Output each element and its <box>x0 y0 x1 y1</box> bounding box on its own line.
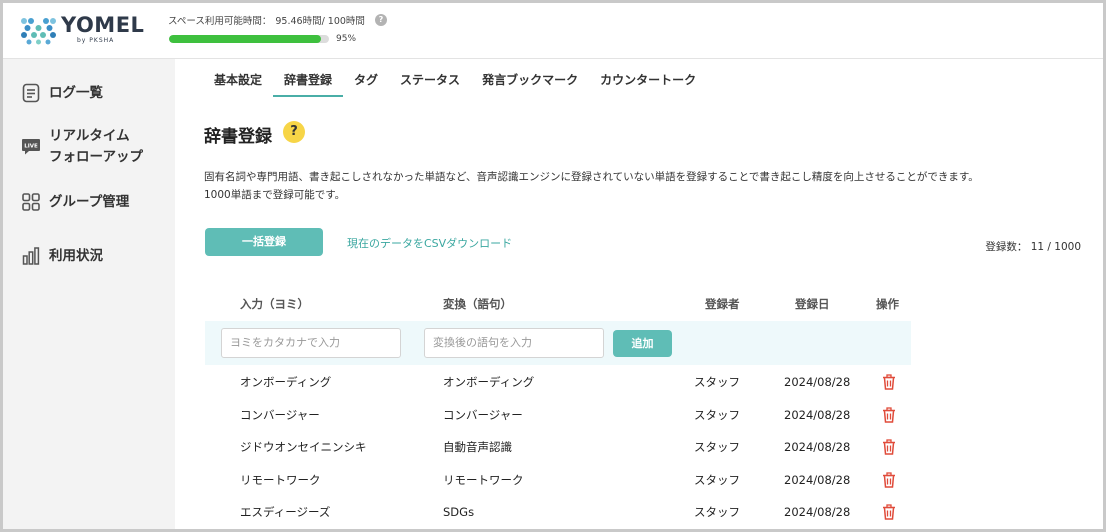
converted-input[interactable]: 変換後の語句を入力 <box>424 328 604 358</box>
cell-registrant: スタッフ <box>694 472 740 487</box>
cell-reading: エスディージーズ <box>240 505 331 519</box>
sidebar-item-log-list[interactable]: ログ一覧 <box>21 83 103 104</box>
table-row: オンボーディング オンボーディング スタッフ 2024/08/28 <box>205 366 911 398</box>
usage-value: 95.46時間/ 100時間 <box>275 16 365 27</box>
table-row: ジドウオンセイニンシキ 自動音声認識 スタッフ 2024/08/28 <box>205 431 911 463</box>
csv-download-link[interactable]: 現在のデータをCSVダウンロード <box>347 235 512 251</box>
tab-bookmarks[interactable]: 発言ブックマーク <box>471 65 589 97</box>
registration-count: 登録数： 11 / 1000 <box>985 239 1081 254</box>
bar-chart-icon <box>22 247 40 265</box>
bulk-register-button[interactable]: 一括登録 <box>205 228 323 256</box>
usage-help-icon[interactable]: ? <box>374 14 387 26</box>
sidebar-item-group-management[interactable]: グループ管理 <box>21 192 129 213</box>
table-row: コンバージャー コンバージャー スタッフ 2024/08/28 <box>205 399 911 431</box>
live-chat-icon: LIVE <box>22 139 40 155</box>
delete-trash-icon[interactable] <box>881 406 897 423</box>
grid-icon <box>22 193 40 211</box>
sidebar-item-label: ログ一覧 <box>49 85 103 101</box>
cell-date: 2024/08/28 <box>784 407 851 422</box>
tab-basic-settings[interactable]: 基本設定 <box>203 65 273 97</box>
app-window: YOMEL by PKSHA スペース利用可能時間： 95.46時間/ 100時… <box>0 0 1106 532</box>
header-action: 操作 <box>876 297 899 311</box>
usage-progress-fill <box>169 35 321 43</box>
tab-tags[interactable]: タグ <box>343 65 389 97</box>
page-title: 辞書登録 <box>204 127 272 147</box>
cell-reading: ジドウオンセイニンシキ <box>240 440 367 454</box>
yomel-logo[interactable]: YOMEL by PKSHA <box>19 13 144 47</box>
cell-registrant: スタッフ <box>694 407 740 422</box>
settings-tabs: 基本設定 辞書登録 タグ ステータス 発言ブックマーク カウンタートーク <box>203 65 707 97</box>
delete-trash-icon[interactable] <box>881 439 897 455</box>
tab-status[interactable]: ステータス <box>389 65 471 97</box>
header-registrant: 登録者 <box>705 297 740 311</box>
reading-input[interactable]: ヨミをカタカナで入力 <box>221 328 401 358</box>
sidebar-item-label: リアルタイム フォローアップ <box>49 128 143 165</box>
delete-trash-icon[interactable] <box>881 374 897 390</box>
cell-date: 2024/08/28 <box>784 472 851 487</box>
cell-converted: SDGs <box>443 505 475 519</box>
cell-registrant: スタッフ <box>694 440 740 454</box>
cell-reading: オンボーディング <box>240 375 332 389</box>
sidebar-item-label: 利用状況 <box>49 248 103 264</box>
brand-name: YOMEL <box>61 13 145 37</box>
cell-reading: リモートワーク <box>240 472 321 487</box>
table-row: エスディージーズ SDGs スタッフ 2024/08/28 <box>205 496 911 528</box>
sidebar-item-label: グループ管理 <box>49 194 130 210</box>
logo-mark-icon <box>21 18 56 45</box>
page-description: 固有名詞や専門用語、書き起こしされなかった単語など、音声認識エンジンに登録されて… <box>204 171 979 201</box>
cell-date: 2024/08/28 <box>784 505 851 519</box>
header-reading: 入力（ヨミ） <box>240 297 309 311</box>
count-label: 登録数： <box>985 241 1028 253</box>
cell-date: 2024/08/28 <box>784 375 851 389</box>
cell-registrant: スタッフ <box>694 375 740 389</box>
cell-converted: 自動音声認識 <box>443 440 512 454</box>
new-entry-row: ヨミをカタカナで入力 変換後の語句を入力 追加 <box>205 321 911 365</box>
tab-counter-talk[interactable]: カウンタートーク <box>589 65 707 97</box>
usage-label: スペース利用可能時間： <box>168 16 272 27</box>
brand-sub: by PKSHA <box>77 37 115 44</box>
header-date: 登録日 <box>795 297 830 311</box>
help-icon[interactable]: ? <box>283 121 305 143</box>
cell-date: 2024/08/28 <box>784 440 851 454</box>
usage-meter: スペース利用可能時間： 95.46時間/ 100時間 ? 95% <box>168 13 388 49</box>
sidebar: ログ一覧 LIVE リアルタイム フォローアップ グループ管理 利用状況 <box>3 59 175 529</box>
cell-reading: コンバージャー <box>240 407 320 422</box>
cell-registrant: スタッフ <box>694 505 740 519</box>
add-button[interactable]: 追加 <box>613 330 672 357</box>
usage-line: スペース利用可能時間： 95.46時間/ 100時間 ? <box>168 13 388 27</box>
document-list-icon <box>22 83 40 103</box>
sidebar-item-realtime-followup[interactable]: LIVE リアルタイム フォローアップ <box>21 126 143 168</box>
sidebar-item-usage-status[interactable]: 利用状況 <box>21 246 103 267</box>
count-value: 11 / 1000 <box>1030 241 1081 253</box>
top-header: YOMEL by PKSHA スペース利用可能時間： 95.46時間/ 100時… <box>3 3 1103 59</box>
tab-dictionary[interactable]: 辞書登録 <box>273 65 344 97</box>
cell-converted: リモートワーク <box>443 472 524 487</box>
table-row: リモートワーク リモートワーク スタッフ 2024/08/28 <box>205 464 911 496</box>
delete-trash-icon[interactable] <box>881 504 897 520</box>
cell-converted: オンボーディング <box>443 375 535 389</box>
usage-progress-bar <box>169 35 329 43</box>
usage-percent: 95% <box>336 34 357 44</box>
svg-text:LIVE: LIVE <box>24 144 38 150</box>
delete-trash-icon[interactable] <box>881 471 897 488</box>
header-converted: 変換（語句） <box>443 297 512 311</box>
cell-converted: コンバージャー <box>443 407 523 422</box>
